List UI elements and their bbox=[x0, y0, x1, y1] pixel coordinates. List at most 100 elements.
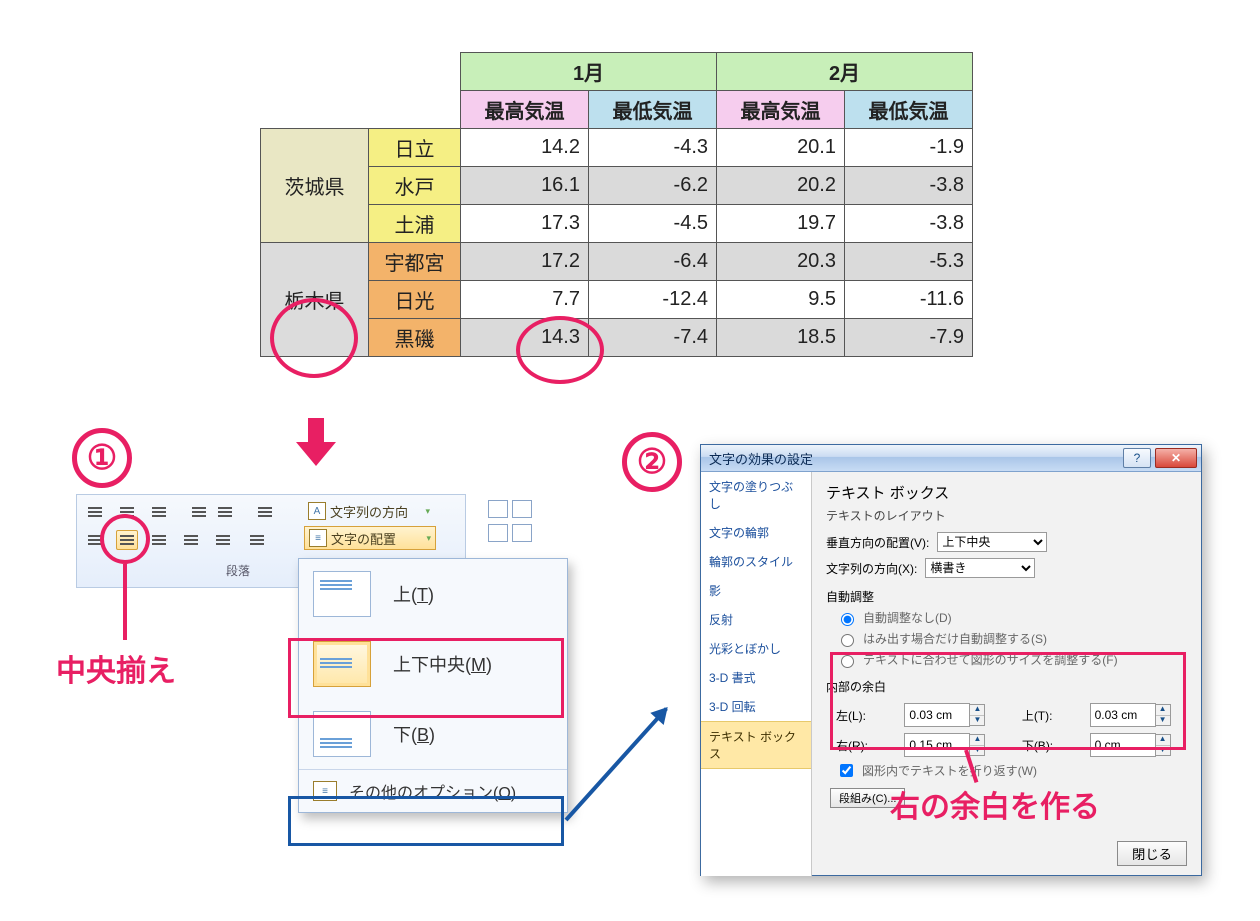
data-cell: -4.5 bbox=[589, 205, 717, 243]
pane-heading: テキスト ボックス bbox=[826, 482, 1187, 503]
data-cell: 18.5 bbox=[717, 319, 845, 357]
nav-item[interactable]: 3-D 書式 bbox=[701, 663, 811, 692]
nav-item[interactable]: 文字の塗りつぶし bbox=[701, 472, 811, 518]
data-cell: -7.4 bbox=[589, 319, 717, 357]
dir-select[interactable]: 横書き bbox=[925, 558, 1035, 578]
col-lo-1: 最低気温 bbox=[589, 91, 717, 129]
step-2-badge: ② bbox=[622, 432, 682, 492]
highlight-circle-value bbox=[516, 316, 604, 384]
text-direction-label: 文字列の方向 bbox=[330, 502, 408, 521]
data-cell: 20.1 bbox=[717, 129, 845, 167]
multilevel-button[interactable] bbox=[148, 502, 170, 522]
menu-label: 下(B) bbox=[393, 721, 435, 747]
data-cell: -7.9 bbox=[845, 319, 973, 357]
valign-select[interactable]: 上下中央 bbox=[937, 532, 1047, 552]
city-cell: 宇都宮 bbox=[369, 243, 461, 281]
shape2-icon[interactable] bbox=[512, 524, 532, 542]
nav-item[interactable]: 文字の輪郭 bbox=[701, 518, 811, 547]
chevron-down-icon: ▾ bbox=[425, 506, 430, 517]
valign-label: 垂直方向の配置(V): bbox=[826, 534, 929, 551]
highlight-rect-margins bbox=[830, 652, 1186, 750]
autofit-heading: 自動調整 bbox=[826, 588, 1187, 605]
justify-button[interactable] bbox=[180, 530, 202, 550]
wrap-label: 図形内でテキストを折り返す(W) bbox=[862, 762, 1037, 779]
pref-ibaraki: 茨城県 bbox=[261, 129, 369, 243]
layout-label: テキストのレイアウト bbox=[826, 507, 1187, 524]
help-button[interactable]: ? bbox=[1123, 448, 1151, 468]
highlight-circle-pref bbox=[270, 298, 358, 378]
city-cell: 日立 bbox=[369, 129, 461, 167]
dialog-titlebar[interactable]: 文字の効果の設定 ? ✕ bbox=[701, 445, 1201, 472]
text-align-label: 文字の配置 bbox=[331, 529, 396, 548]
distribute-button[interactable] bbox=[212, 530, 234, 550]
radio-label: 自動調整なし(D) bbox=[863, 609, 952, 626]
data-cell: -3.8 bbox=[845, 205, 973, 243]
close-button[interactable]: 閉じる bbox=[1117, 841, 1187, 866]
align-right-button[interactable] bbox=[148, 530, 170, 550]
nav-item[interactable]: 反射 bbox=[701, 605, 811, 634]
arrow-right-icon bbox=[565, 707, 668, 821]
indent-button[interactable] bbox=[214, 502, 236, 522]
columns-button[interactable] bbox=[246, 530, 268, 550]
shape-icon[interactable] bbox=[488, 524, 508, 542]
nav-item[interactable]: 3-D 回転 bbox=[701, 692, 811, 721]
linespacing-button[interactable] bbox=[254, 502, 276, 522]
autofit-shrink-radio[interactable] bbox=[841, 634, 854, 647]
data-cell: 14.2 bbox=[461, 129, 589, 167]
highlight-rect-other bbox=[288, 796, 564, 846]
dialog-title: 文字の効果の設定 bbox=[709, 449, 813, 468]
data-cell: 16.1 bbox=[461, 167, 589, 205]
city-cell: 水戸 bbox=[369, 167, 461, 205]
menu-label: 上(T) bbox=[393, 581, 434, 607]
nav-item[interactable]: 影 bbox=[701, 576, 811, 605]
connector-line bbox=[123, 564, 127, 640]
align-top-item[interactable]: 上(T) bbox=[299, 559, 567, 629]
data-cell: 17.3 bbox=[461, 205, 589, 243]
annotation-right-margin: 右の余白を作る bbox=[890, 782, 1100, 826]
close-icon[interactable]: ✕ bbox=[1155, 448, 1197, 468]
nav-item[interactable]: 輪郭のスタイル bbox=[701, 547, 811, 576]
chevron-down-icon: ▾ bbox=[426, 533, 431, 544]
text-direction-button[interactable]: A 文字列の方向 ▾ bbox=[304, 500, 434, 522]
col-hi-2: 最高気温 bbox=[717, 91, 845, 129]
smartart-icon[interactable] bbox=[488, 500, 508, 518]
data-cell: -4.3 bbox=[589, 129, 717, 167]
align-top-icon bbox=[313, 571, 371, 617]
data-cell: 20.3 bbox=[717, 243, 845, 281]
dialog-nav: 文字の塗りつぶし 文字の輪郭 輪郭のスタイル 影 反射 光彩とぼかし 3-D 書… bbox=[701, 472, 812, 876]
ribbon-group-label: 段落 bbox=[226, 562, 250, 579]
highlight-circle-center-btn bbox=[100, 514, 150, 564]
chart-icon[interactable] bbox=[512, 500, 532, 518]
highlight-rect-middle bbox=[288, 638, 564, 718]
data-cell: -11.6 bbox=[845, 281, 973, 319]
city-cell: 黒磯 bbox=[369, 319, 461, 357]
dir-label: 文字列の方向(X): bbox=[826, 560, 917, 577]
data-cell: -6.2 bbox=[589, 167, 717, 205]
month-2: 2月 bbox=[717, 53, 973, 91]
autofit-none-radio[interactable] bbox=[841, 613, 854, 626]
nav-item-selected[interactable]: テキスト ボックス bbox=[701, 721, 811, 769]
data-cell: 9.5 bbox=[717, 281, 845, 319]
data-cell: -3.8 bbox=[845, 167, 973, 205]
bullets-button[interactable] bbox=[84, 502, 106, 522]
temperature-table: 1月 2月 最高気温 最低気温 最高気温 最低気温 茨城県 日立 14.2 -4… bbox=[260, 52, 973, 357]
data-cell: 19.7 bbox=[717, 205, 845, 243]
outdent-button[interactable] bbox=[188, 502, 210, 522]
text-align-button[interactable]: ≡ 文字の配置 ▾ bbox=[304, 526, 436, 550]
text-direction-icon: A bbox=[308, 502, 326, 520]
month-1: 1月 bbox=[461, 53, 717, 91]
radio-label: はみ出す場合だけ自動調整する(S) bbox=[863, 630, 1047, 647]
nav-item[interactable]: 光彩とぼかし bbox=[701, 634, 811, 663]
wrap-checkbox[interactable] bbox=[840, 764, 853, 777]
text-align-icon: ≡ bbox=[309, 529, 327, 547]
data-cell: -1.9 bbox=[845, 129, 973, 167]
data-cell: 7.7 bbox=[461, 281, 589, 319]
data-cell: -6.4 bbox=[589, 243, 717, 281]
col-hi-1: 最高気温 bbox=[461, 91, 589, 129]
data-cell: 17.2 bbox=[461, 243, 589, 281]
data-cell: 20.2 bbox=[717, 167, 845, 205]
city-cell: 日光 bbox=[369, 281, 461, 319]
col-lo-2: 最低気温 bbox=[845, 91, 973, 129]
annotation-center-align: 中央揃え bbox=[56, 646, 176, 690]
arrow-down-icon bbox=[296, 418, 336, 468]
